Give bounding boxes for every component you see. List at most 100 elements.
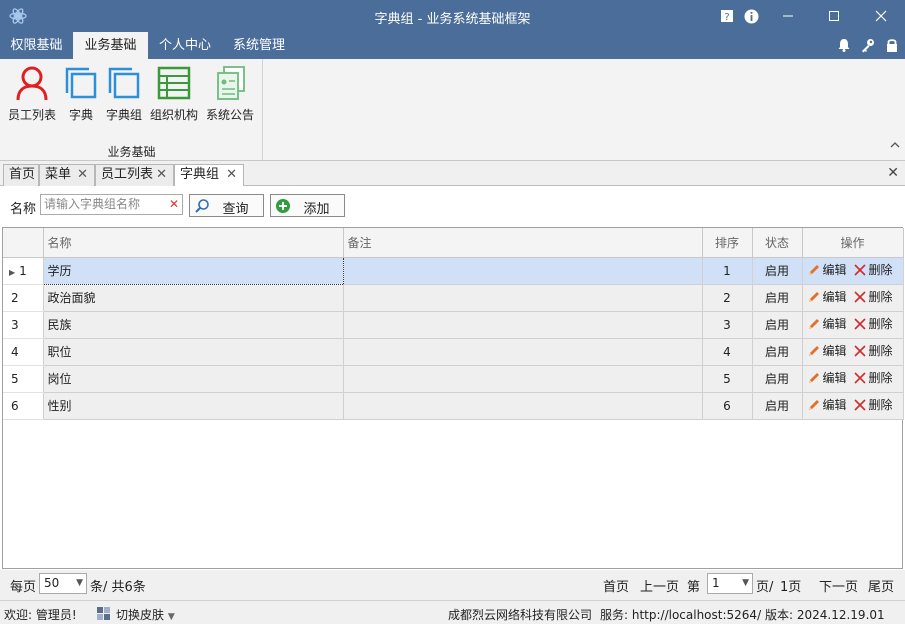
close-tab-icon[interactable]: ✕ [77, 165, 88, 185]
cell-name[interactable]: 民族 [43, 311, 344, 339]
ribbon-tab-bar: 权限基础 业务基础 个人中心 系统管理 [0, 32, 905, 59]
employee-list-label: 员工列表 [7, 108, 56, 122]
bell-icon[interactable] [836, 37, 852, 53]
key-icon[interactable] [860, 37, 876, 53]
switch-skin-label: 切换皮肤 [116, 608, 165, 622]
current-page-select[interactable]: 1 ▼ [707, 573, 753, 594]
column-header-order[interactable]: 排序 [702, 228, 753, 258]
tab-personal-center[interactable]: 个人中心 [148, 32, 222, 59]
table-row[interactable]: 6 性别 6 启用 编辑 删除 [3, 392, 904, 420]
cell-status[interactable]: 启用 [752, 311, 803, 339]
cell-order[interactable]: 6 [702, 392, 753, 420]
doc-tab-employee-list[interactable]: 员工列表 ✕ [95, 164, 174, 186]
last-page-link[interactable]: 尾页 [868, 576, 894, 595]
close-tab-icon[interactable]: ✕ [156, 165, 167, 185]
delete-label: 删除 [868, 344, 893, 359]
edit-label: 编辑 [822, 371, 847, 386]
delete-button[interactable]: 删除 [853, 288, 893, 305]
row-indicator-header [3, 228, 44, 258]
collapse-ribbon-icon[interactable] [890, 141, 900, 149]
page-prefix-label: 第 [687, 580, 701, 595]
cell-order[interactable]: 5 [702, 365, 753, 393]
edit-button[interactable]: 编辑 [807, 342, 847, 359]
cell-name[interactable]: 学历 [42, 256, 344, 285]
cell-actions: 编辑 删除 [802, 311, 904, 339]
cell-remark[interactable] [343, 311, 703, 339]
cell-order[interactable]: 2 [702, 284, 753, 312]
edit-button[interactable]: 编辑 [807, 369, 847, 386]
delete-button[interactable]: 删除 [853, 396, 893, 413]
dictionary-group-grid: 名称 备注 排序 状态 操作 ▶ 1 学历 1 启用 编辑 删除 2 政治面貌 2 启用 编辑 删除 3 民… [2, 227, 904, 569]
organization-button[interactable]: 组织机构 [149, 65, 199, 123]
cell-order[interactable]: 4 [702, 338, 753, 366]
row-number-text: 1 [19, 263, 27, 278]
edit-button[interactable]: 编辑 [807, 315, 847, 332]
cell-name[interactable]: 职位 [43, 338, 344, 366]
cell-status[interactable]: 启用 [752, 284, 803, 312]
edit-button[interactable]: 编辑 [807, 288, 847, 305]
query-button-label: 查询 [222, 202, 249, 217]
help-icon[interactable]: ? [715, 4, 739, 28]
cell-remark[interactable] [343, 365, 703, 393]
cell-remark[interactable] [343, 257, 703, 285]
delete-button[interactable]: 删除 [853, 261, 893, 278]
column-header-status[interactable]: 状态 [752, 228, 803, 258]
cell-name[interactable]: 岗位 [43, 365, 344, 393]
maximize-button[interactable] [811, 0, 857, 32]
page-size-select[interactable]: 50 ▼ [39, 573, 87, 594]
close-button[interactable] [858, 0, 904, 32]
minimize-button[interactable] [765, 0, 811, 32]
switch-skin-button[interactable]: 切换皮肤 ▼ [116, 606, 175, 623]
column-header-actions[interactable]: 操作 [802, 228, 904, 258]
table-row[interactable]: 5 岗位 5 启用 编辑 删除 [3, 365, 904, 393]
search-name-input[interactable]: 请输入字典组名称 ✕ [40, 194, 183, 215]
first-page-link[interactable]: 首页 [603, 576, 629, 595]
doc-tab-home[interactable]: 首页 [3, 164, 39, 186]
info-icon[interactable] [739, 4, 763, 28]
edit-label: 编辑 [822, 398, 847, 413]
delete-button[interactable]: 删除 [853, 342, 893, 359]
cell-status[interactable]: 启用 [752, 365, 803, 393]
cell-status[interactable]: 启用 [752, 257, 803, 285]
edit-button[interactable]: 编辑 [807, 261, 847, 278]
cell-order[interactable]: 3 [702, 311, 753, 339]
table-row[interactable]: 2 政治面貌 2 启用 编辑 删除 [3, 284, 904, 312]
dictionary-button[interactable]: 字典 [62, 65, 100, 123]
edit-button[interactable]: 编辑 [807, 396, 847, 413]
lock-icon[interactable] [884, 37, 900, 53]
tab-system-management[interactable]: 系统管理 [222, 32, 296, 59]
tab-business-basics[interactable]: 业务基础 [73, 32, 148, 59]
add-button[interactable]: 添加 [270, 194, 345, 217]
cell-order[interactable]: 1 [702, 257, 753, 285]
cell-status[interactable]: 启用 [752, 338, 803, 366]
column-header-remark[interactable]: 备注 [343, 228, 703, 258]
close-all-tabs-icon[interactable]: ✕ [887, 165, 899, 181]
doc-tab-dictionary-group-label: 字典组 [180, 167, 220, 182]
search-placeholder: 请输入字典组名称 [44, 197, 141, 211]
prev-page-link[interactable]: 上一页 [640, 576, 679, 595]
cell-remark[interactable] [343, 284, 703, 312]
table-row[interactable]: 4 职位 4 启用 编辑 删除 [3, 338, 904, 366]
cell-name[interactable]: 性别 [43, 392, 344, 420]
delete-button[interactable]: 删除 [853, 369, 893, 386]
doc-tab-dictionary-group[interactable]: 字典组 ✕ [174, 164, 244, 187]
clear-input-icon[interactable]: ✕ [169, 195, 179, 214]
dictionary-group-button[interactable]: 字典组 [103, 65, 145, 123]
tab-permission-basics[interactable]: 权限基础 [0, 32, 73, 59]
column-header-name[interactable]: 名称 [43, 228, 344, 258]
svg-text:?: ? [724, 12, 729, 23]
cell-actions: 编辑 删除 [802, 392, 904, 420]
doc-tab-menu[interactable]: 菜单 ✕ [39, 164, 95, 186]
table-row[interactable]: 3 民族 3 启用 编辑 删除 [3, 311, 904, 339]
query-button[interactable]: 查询 [189, 194, 264, 217]
announcement-button[interactable]: 系统公告 [205, 65, 255, 123]
next-page-link[interactable]: 下一页 [819, 576, 858, 595]
cell-status[interactable]: 启用 [752, 392, 803, 420]
cell-remark[interactable] [343, 392, 703, 420]
close-tab-icon[interactable]: ✕ [226, 165, 237, 185]
table-row[interactable]: ▶ 1 学历 1 启用 编辑 删除 [3, 256, 904, 285]
cell-name[interactable]: 政治面貌 [43, 284, 344, 312]
employee-list-button[interactable]: 员工列表 [6, 65, 58, 123]
cell-remark[interactable] [343, 338, 703, 366]
delete-button[interactable]: 删除 [853, 315, 893, 332]
